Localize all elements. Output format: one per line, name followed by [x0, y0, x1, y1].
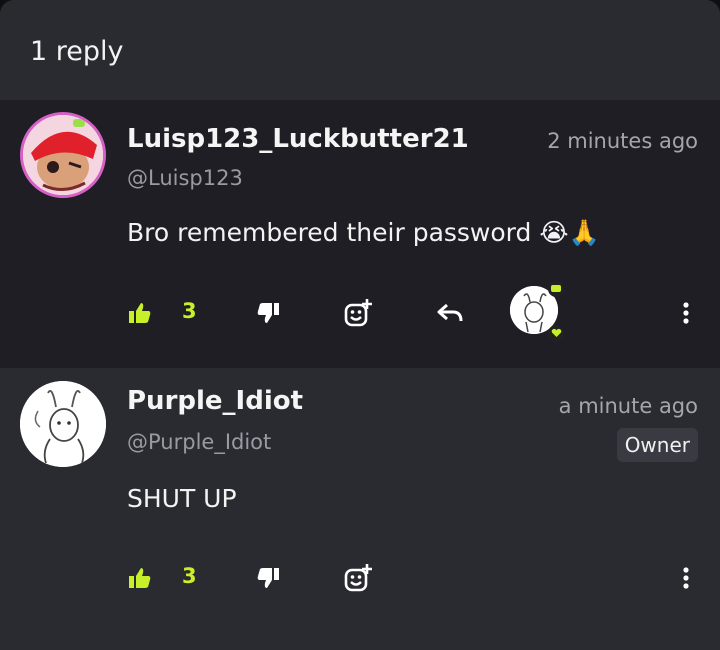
- more-options-button[interactable]: [676, 293, 696, 333]
- dislike-icon: [257, 303, 279, 323]
- like-icon: [129, 568, 151, 588]
- comment-item: Luisp123_Luckbutter21 @Luisp123 2 minute…: [0, 100, 720, 368]
- dislike-button[interactable]: [255, 293, 281, 333]
- comment-actions: 3: [0, 558, 720, 598]
- replies-panel: 1 reply Luisp123_Luckbutter21 @Luisp123 …: [0, 0, 720, 650]
- comment-item: Purple_Idiot @Purple_Idiot a minute ago …: [0, 368, 720, 650]
- dislike-button[interactable]: [255, 558, 281, 598]
- react-button[interactable]: [342, 558, 374, 598]
- user-handle[interactable]: @Luisp123: [127, 166, 243, 190]
- like-icon: [129, 303, 151, 323]
- dislike-icon: [257, 568, 279, 588]
- reply-button[interactable]: [436, 293, 464, 333]
- avatar[interactable]: [20, 112, 106, 198]
- comment-text: SHUT UP: [127, 484, 237, 513]
- reply-icon: [437, 303, 463, 322]
- chat-badge-icon: [548, 281, 564, 297]
- more-icon: [683, 302, 689, 324]
- comment-text: Bro remembered their password 😭🙏: [127, 218, 600, 247]
- user-handle[interactable]: @Purple_Idiot: [127, 430, 271, 454]
- more-icon: [683, 567, 689, 589]
- timestamp: 2 minutes ago: [547, 129, 698, 153]
- username[interactable]: Purple_Idiot: [127, 386, 303, 416]
- react-icon: [344, 564, 372, 592]
- comment-actions: 3: [0, 281, 720, 341]
- replies-header: 1 reply: [0, 0, 720, 100]
- more-options-button[interactable]: [676, 558, 696, 598]
- heart-icon: [548, 325, 564, 341]
- reply-count: 1 reply: [30, 36, 124, 67]
- like-button[interactable]: [127, 558, 153, 598]
- like-button[interactable]: [127, 293, 153, 333]
- timestamp: a minute ago: [558, 394, 698, 418]
- like-count: 3: [182, 299, 197, 323]
- username[interactable]: Luisp123_Luckbutter21: [127, 124, 469, 154]
- avatar[interactable]: [20, 381, 106, 467]
- owner-badge: Owner: [616, 428, 698, 462]
- react-icon: [344, 299, 372, 327]
- react-button[interactable]: [342, 293, 374, 333]
- like-count: 3: [182, 564, 197, 588]
